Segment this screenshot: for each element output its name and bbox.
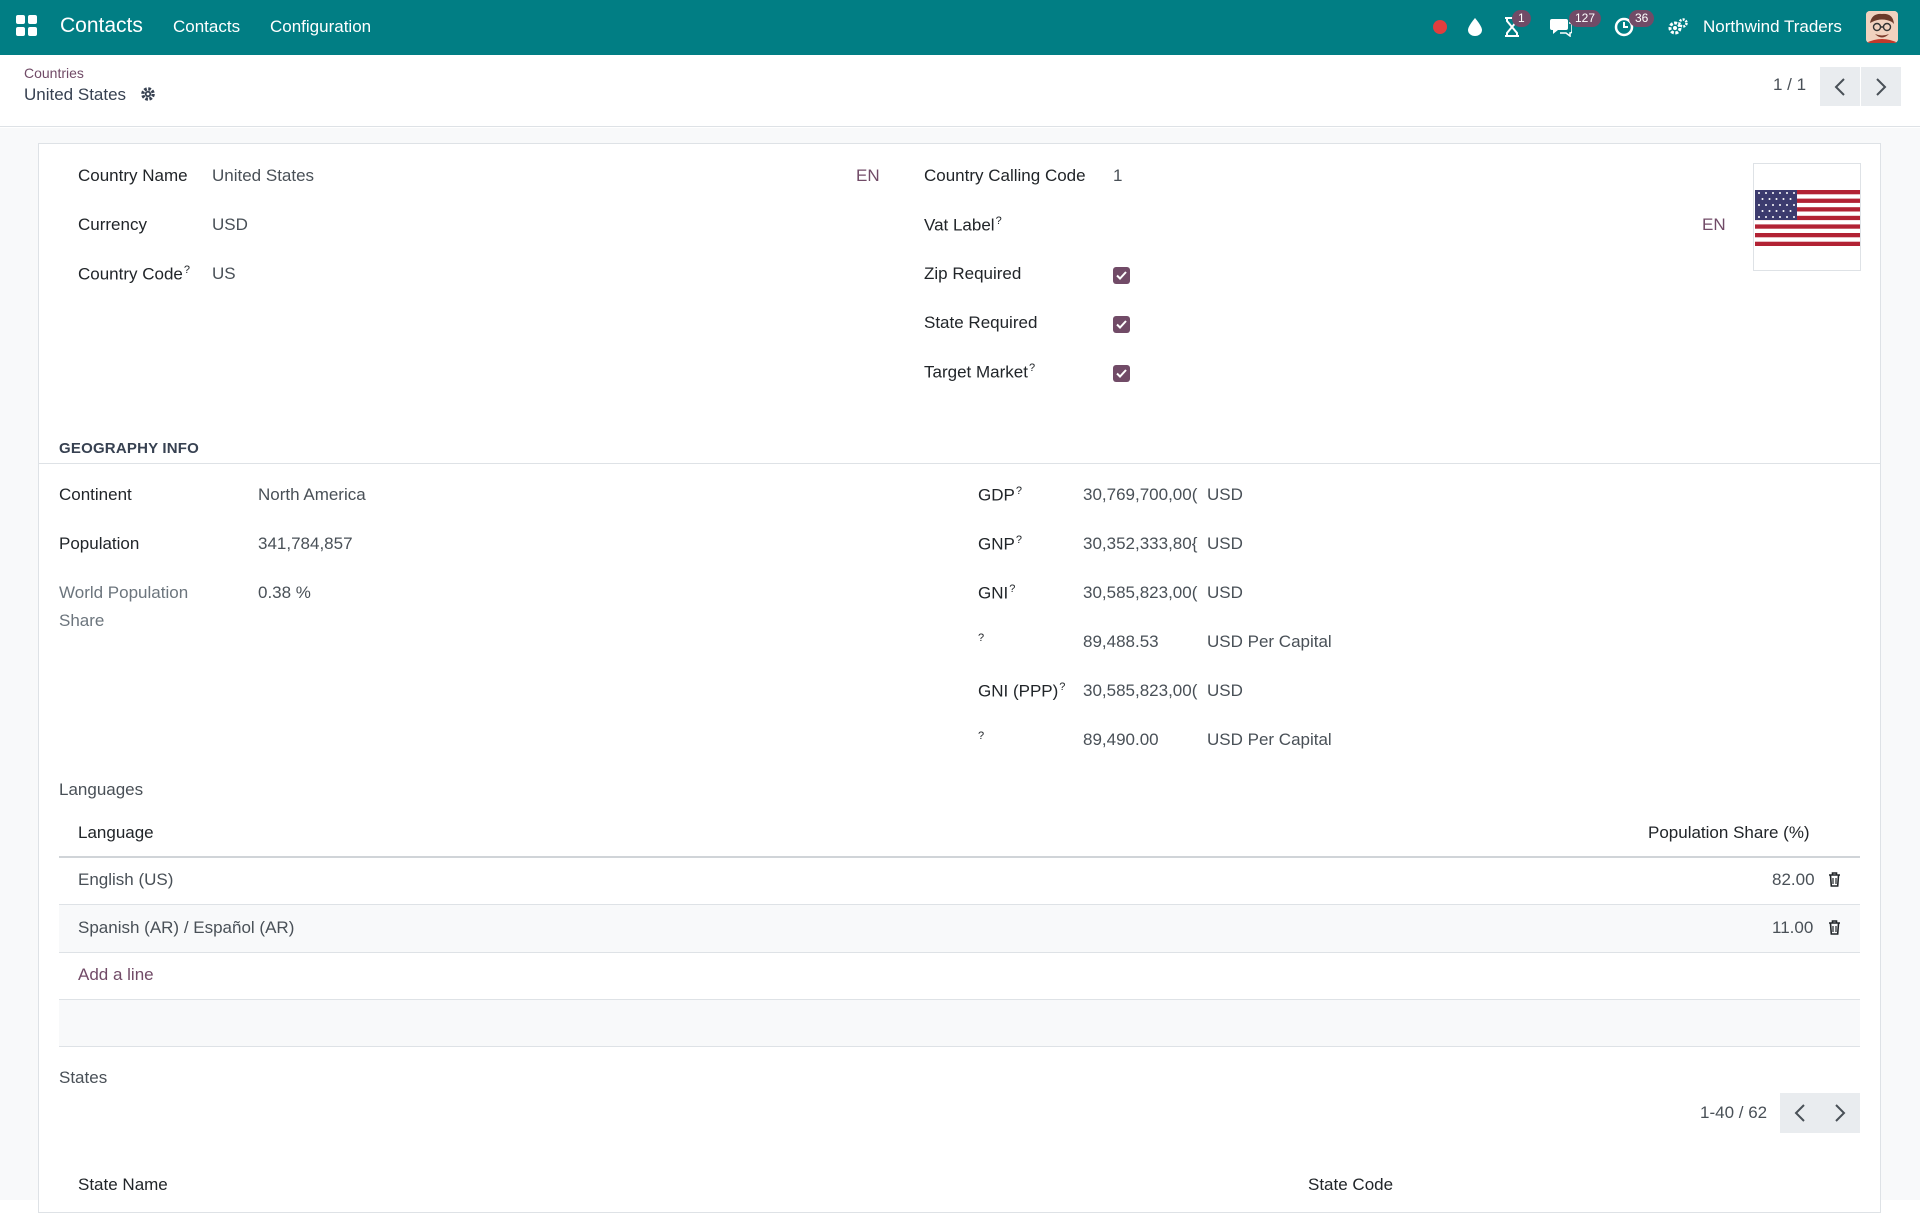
gni-ppp-per-capita-label: ? [978,730,984,751]
gear-icon[interactable] [140,86,156,107]
languages-section-label: Languages [59,780,144,799]
population-input[interactable]: 341,784,857 [258,534,353,554]
company-switcher[interactable]: Northwind Traders [1703,17,1842,37]
gni-ppp-label: GNI (PPP)? [978,681,1066,701]
gnp-help-icon[interactable]: ? [1016,534,1022,546]
messages-icon[interactable]: 127 [1549,10,1602,40]
currency-input[interactable]: USD [212,215,248,235]
app-name[interactable]: Contacts [60,14,143,38]
states-pager-next-button[interactable] [1820,1093,1860,1133]
population-label: Population [59,534,140,553]
table-row-stripe [59,905,1860,952]
country-code-input[interactable]: US [212,264,236,284]
section-divider [39,463,1880,464]
gni-label: GNI? [978,583,1016,603]
country-code-label: Country Code? [78,264,191,284]
gni-ppp-input[interactable]: 30,585,823,00( [1083,681,1207,701]
gni-input[interactable]: 30,585,823,00( [1083,583,1207,603]
language-row-1-share[interactable]: 82.00 [1772,870,1815,890]
app-menu-icon[interactable] [16,15,38,37]
gdp-unit: USD [1207,485,1243,504]
country-name-translate-button[interactable]: EN [856,166,880,186]
add-language-line-link[interactable]: Add a line [78,965,154,985]
row-divider [59,1046,1860,1047]
vat-label-label: Vat Label? [924,215,1002,235]
form-sheet [38,143,1881,1213]
gni-ppp-per-capita-unit: USD Per Capital [1207,730,1332,749]
gni-per-capita-help-icon[interactable]: ? [978,632,984,644]
empty-row [59,1000,1860,1046]
states-pager-value: 1-40 / 62 [1700,1103,1768,1122]
gdp-help-icon[interactable]: ? [1016,485,1022,497]
menu-contacts[interactable]: Contacts [173,17,240,37]
trash-icon[interactable] [1828,872,1841,892]
gni-ppp-per-capita-input[interactable]: 89,490.00 [1083,730,1159,750]
vat-label-help-icon[interactable]: ? [996,215,1002,227]
country-name-input[interactable]: United States [212,166,314,186]
country-flag-image[interactable] [1753,163,1861,271]
country-code-help-icon[interactable]: ? [184,264,190,276]
gni-ppp-unit: USD [1207,681,1243,700]
language-row-2-name[interactable]: Spanish (AR) / Español (AR) [78,918,294,938]
geography-section-title: GEOGRAPHY INFO [59,440,200,457]
recording-dot-icon[interactable] [1432,14,1448,40]
gdp-input[interactable]: 30,769,700,00( [1083,485,1207,505]
gni-ppp-per-capita-help-icon[interactable]: ? [978,730,984,742]
target-market-help-icon[interactable]: ? [1029,362,1035,374]
menu-configuration[interactable]: Configuration [270,17,371,37]
calling-code-input[interactable]: 1 [1113,166,1122,186]
target-market-label: Target Market? [924,362,1036,382]
clock-badge: 36 [1629,10,1655,27]
gni-help-icon[interactable]: ? [1009,583,1015,595]
top-navbar: Contacts Contacts Configuration 1 127 36… [0,0,1920,55]
table-header-divider [59,856,1860,858]
world-share-value: 0.38 % [258,583,311,602]
settings-gears-icon[interactable] [1667,14,1689,40]
continent-label: Continent [59,485,132,504]
drop-icon[interactable] [1466,14,1484,40]
gni-per-capita-input[interactable]: 89,488.53 [1083,632,1159,652]
gni-per-capita-unit: USD Per Capital [1207,632,1332,651]
states-section-label: States [59,1068,108,1087]
language-row-2-share[interactable]: 11.00 [1772,918,1813,938]
world-share-label-line1: World Population [59,583,189,602]
target-market-checkbox[interactable] [1113,365,1130,382]
country-name-label: Country Name [78,166,188,185]
world-share-label-line2: Share [59,611,105,630]
gnp-input[interactable]: 30,352,333,80{ [1083,534,1207,554]
gni-ppp-help-icon[interactable]: ? [1059,681,1065,693]
row-divider [59,952,1860,953]
continent-input[interactable]: North America [258,485,366,505]
gni-per-capita-label: ? [978,632,984,653]
column-header-state-code[interactable]: State Code [1308,1175,1393,1195]
gnp-unit: USD [1207,534,1243,553]
currency-label: Currency [78,215,147,234]
state-required-checkbox[interactable] [1113,316,1130,333]
gni-unit: USD [1207,583,1243,602]
user-avatar[interactable] [1866,11,1898,43]
clock-icon[interactable]: 36 [1613,10,1655,40]
zip-required-checkbox[interactable] [1113,267,1130,284]
messages-badge: 127 [1569,10,1602,27]
breadcrumb-countries[interactable]: Countries [24,65,84,81]
gnp-label: GNP? [978,534,1022,554]
column-header-state-name[interactable]: State Name [78,1175,168,1195]
state-required-label: State Required [924,313,1038,332]
states-pager-previous-button[interactable] [1780,1093,1820,1133]
trash-icon[interactable] [1828,920,1841,940]
pager-previous-button[interactable] [1820,67,1860,106]
record-pager-value: 1 / 1 [1773,75,1807,94]
language-row-1-name[interactable]: English (US) [78,870,173,890]
record-title: United States [24,85,127,104]
column-header-population-share[interactable]: Population Share (%) [1648,823,1810,843]
activity-hourglass-icon[interactable]: 1 [1502,10,1531,40]
zip-required-label: Zip Required [924,264,1022,283]
column-header-language[interactable]: Language [78,823,154,843]
pager-next-button[interactable] [1861,67,1901,106]
activity-badge: 1 [1512,10,1531,27]
gdp-label: GDP? [978,485,1022,505]
vat-label-translate-button[interactable]: EN [1702,215,1726,235]
calling-code-label: Country Calling Code [924,166,1086,185]
control-panel: Countries United States 1 / 1 [0,55,1920,127]
